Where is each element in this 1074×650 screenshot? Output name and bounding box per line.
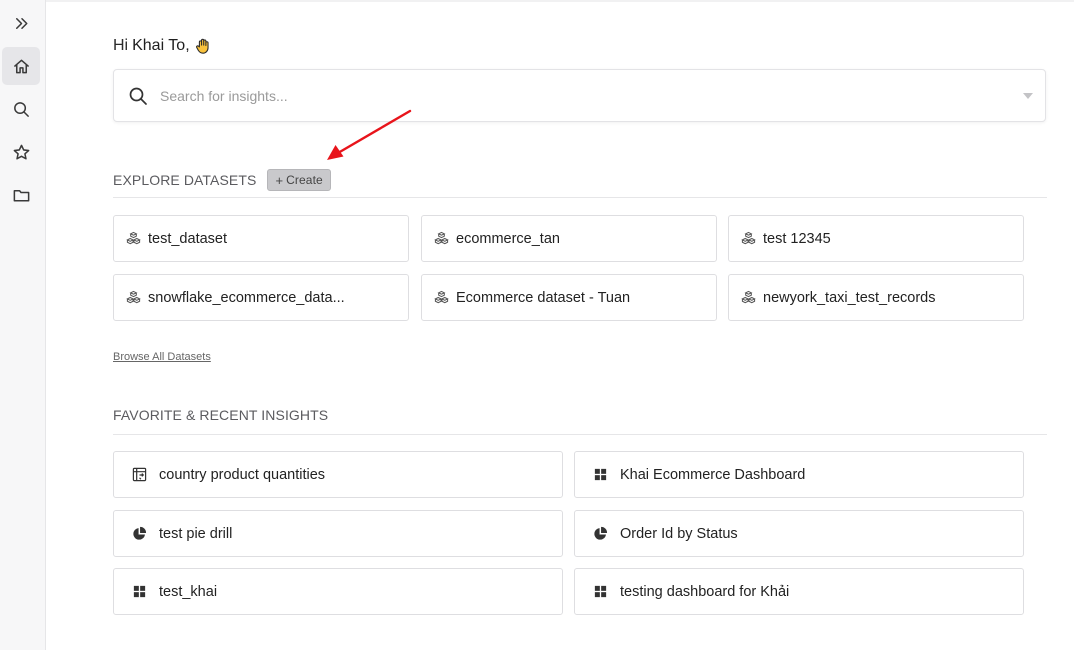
datasets-divider	[113, 197, 1047, 198]
insights-header: FAVORITE & RECENT INSIGHTS	[113, 407, 328, 423]
dataset-icon	[434, 290, 449, 305]
top-border	[46, 0, 1074, 2]
dataset-icon	[741, 231, 756, 246]
dataset-icon	[126, 231, 141, 246]
app-window: Hi Khai To, EXPLORE DATASETS + Create te…	[0, 0, 1074, 650]
dataset-icon	[434, 231, 449, 246]
dataset-icon	[126, 290, 141, 305]
dataset-card[interactable]: ecommerce_tan	[421, 215, 717, 262]
create-dataset-button[interactable]: + Create	[267, 169, 331, 191]
sidebar	[0, 0, 46, 650]
chevron-down-icon[interactable]	[1023, 93, 1033, 99]
greeting-prefix: Hi	[113, 37, 129, 54]
nav-folders[interactable]	[2, 176, 40, 214]
explore-datasets-title: EXPLORE DATASETS	[113, 172, 257, 188]
dashboard-icon	[132, 584, 147, 599]
explore-datasets-header: EXPLORE DATASETS + Create	[113, 169, 331, 191]
search-icon	[128, 86, 148, 106]
search-input[interactable]	[160, 87, 1000, 104]
dataset-card[interactable]: newyork_taxi_test_records	[728, 274, 1024, 321]
insight-card[interactable]: test pie drill	[113, 510, 563, 557]
insight-name: Khai Ecommerce Dashboard	[620, 466, 806, 483]
nav-favorites[interactable]	[2, 133, 40, 171]
insights-divider	[113, 434, 1047, 435]
dataset-card[interactable]: snowflake_ecommerce_data...	[113, 274, 409, 321]
pie-chart-icon	[593, 526, 608, 541]
insight-name: test pie drill	[159, 525, 233, 542]
home-icon	[13, 59, 29, 73]
insight-name: Order Id by Status	[620, 525, 738, 542]
dataset-name: newyork_taxi_test_records	[763, 289, 936, 306]
insight-card[interactable]: testing dashboard for Khải	[574, 568, 1024, 615]
browse-all-datasets-link[interactable]: Browse All Datasets	[113, 351, 211, 363]
insight-card[interactable]: Khai Ecommerce Dashboard	[574, 451, 1024, 498]
plus-icon: +	[275, 172, 284, 188]
dashboard-icon	[593, 584, 608, 599]
dataset-card[interactable]: test_dataset	[113, 215, 409, 262]
insight-name: country product quantities	[159, 466, 326, 483]
dataset-name: test_dataset	[148, 230, 227, 247]
nav-search[interactable]	[2, 90, 40, 128]
double-chevron-right-icon	[15, 17, 27, 29]
insights-title: FAVORITE & RECENT INSIGHTS	[113, 407, 329, 423]
dataset-card[interactable]: Ecommerce dataset - Tuan	[421, 274, 717, 321]
dataset-name: test 12345	[763, 230, 831, 247]
annotation-arrow	[327, 109, 412, 160]
insight-card[interactable]: Order Id by Status	[574, 510, 1024, 557]
insight-card[interactable]: country product quantities	[113, 451, 563, 498]
create-label: Create	[286, 173, 323, 187]
dataset-icon	[741, 290, 756, 305]
star-icon	[13, 144, 29, 160]
pivot-table-icon	[132, 467, 147, 482]
waving-hand-icon	[195, 38, 209, 54]
dashboard-icon	[593, 467, 608, 482]
dataset-name: Ecommerce dataset - Tuan	[456, 289, 631, 306]
insight-card[interactable]: test_khai	[113, 568, 563, 615]
expand-sidebar-button[interactable]	[2, 4, 40, 42]
folder-icon	[13, 189, 29, 201]
dataset-name: ecommerce_tan	[456, 230, 560, 247]
greeting: Hi Khai To,	[113, 37, 212, 55]
insight-name: testing dashboard for Khải	[620, 583, 790, 600]
user-name: Khai To,	[132, 37, 190, 54]
dataset-card[interactable]: test 12345	[728, 215, 1024, 262]
pie-chart-icon	[132, 526, 147, 541]
search-icon	[13, 101, 29, 117]
nav-home[interactable]	[2, 47, 40, 85]
dataset-name: snowflake_ecommerce_data...	[148, 289, 345, 306]
insight-name: test_khai	[159, 583, 218, 600]
insight-search-box[interactable]	[113, 69, 1046, 122]
